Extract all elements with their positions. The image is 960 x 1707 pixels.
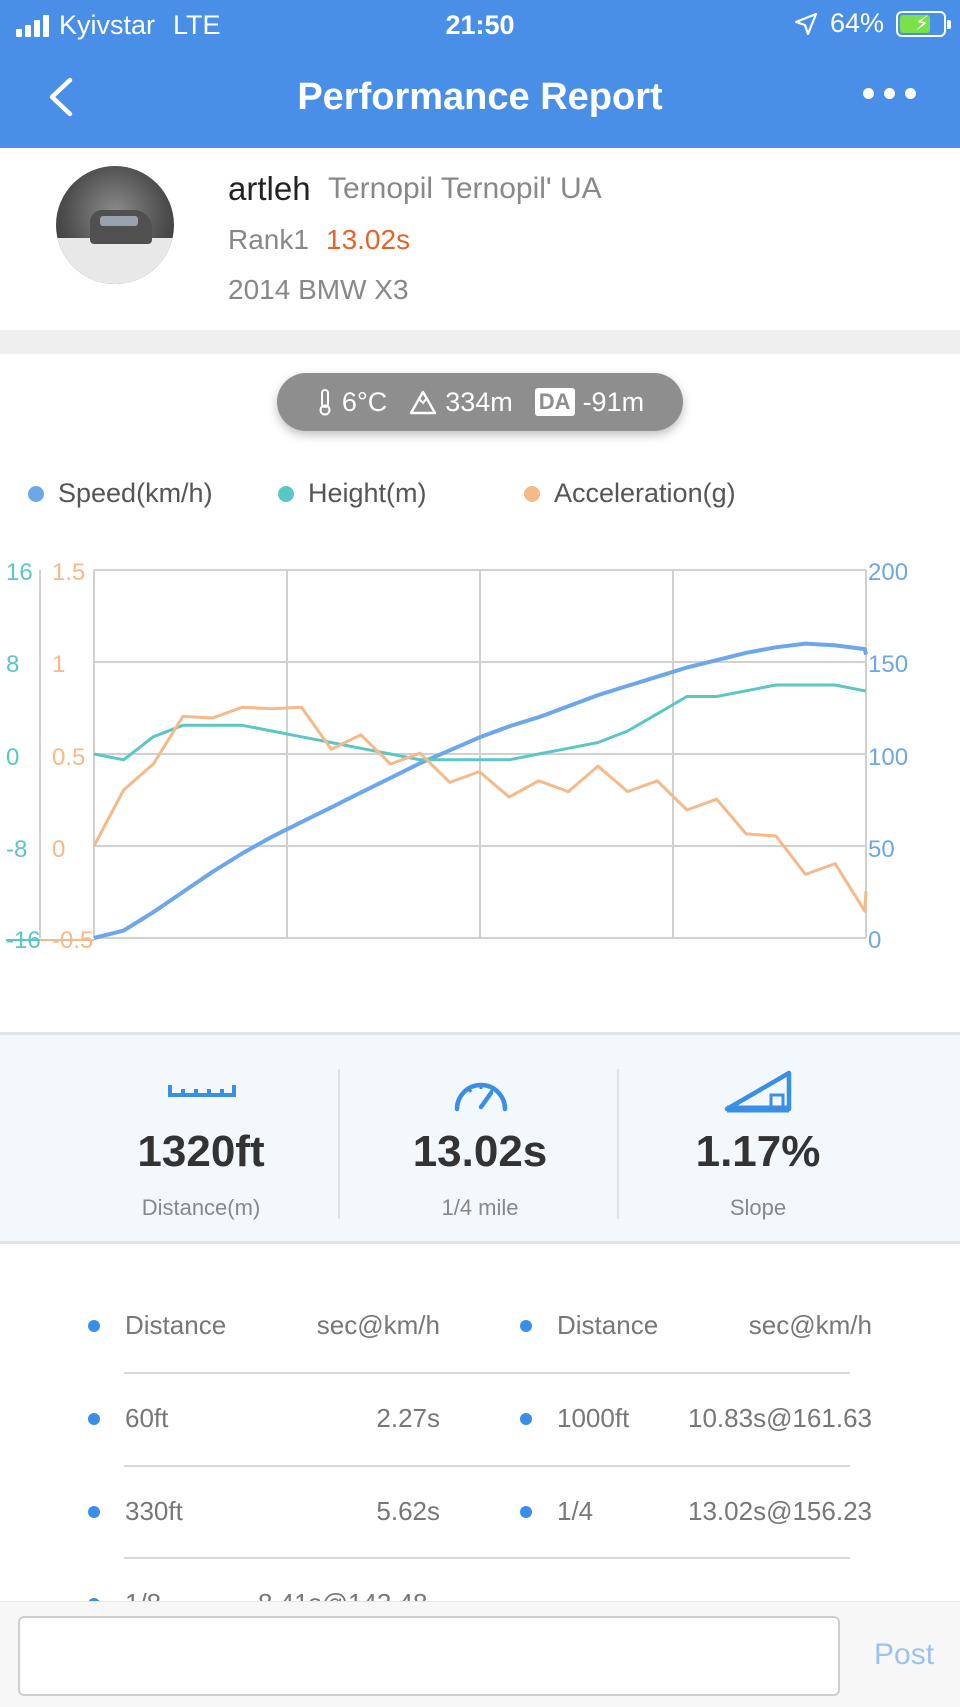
legend-dot	[278, 485, 294, 502]
table-row: 330ft 5.62s 1/4 13.02s@156.23	[0, 1466, 960, 1546]
da-badge: DA	[534, 388, 575, 416]
temperature-value: 6°C	[341, 386, 388, 417]
legend-item-acceleration[interactable]: Acceleration(g)	[524, 478, 736, 509]
split-time: 2.27s	[376, 1403, 440, 1433]
table-header-row: Distance sec@km/h Distance sec@km/h	[0, 1280, 960, 1360]
legend-label: Acceleration(g)	[554, 478, 736, 508]
tick-label: -8	[6, 836, 27, 863]
stat-quarter-mile: 13.02s 1/4 mile	[341, 1035, 619, 1241]
thermometer-icon	[319, 389, 331, 416]
split-distance: 330ft	[125, 1496, 183, 1526]
comment-bar: Post	[0, 1601, 960, 1707]
table-row: 60ft 2.27s 1000ft 10.83s@161.63	[0, 1373, 960, 1453]
bullet	[520, 1506, 532, 1518]
stat-value: 13.02s	[412, 1127, 548, 1176]
bullet	[88, 1506, 100, 1518]
legend-label: Speed(km/h)	[58, 478, 213, 508]
section-divider	[0, 330, 960, 354]
car-model: 2014 BMW X3	[228, 274, 409, 305]
stat-value: 1.17%	[695, 1127, 821, 1176]
tick-label: 0	[6, 744, 19, 771]
legend-dot	[28, 485, 44, 502]
tick-label: 8	[6, 651, 19, 678]
split-distance: 60ft	[125, 1403, 169, 1433]
profile-card: artleh Ternopil Ternopil' UA Rank1 13.02…	[0, 148, 960, 330]
stat-slope: 1.17% Slope	[619, 1035, 897, 1241]
page-title: Performance Report	[297, 76, 663, 118]
conditions-pill: 6°C 334m DA -91m	[277, 373, 683, 431]
tick-label: -0.5	[52, 927, 93, 954]
user-location: Ternopil Ternopil' UA	[328, 172, 602, 205]
post-button[interactable]: Post	[874, 1638, 934, 1672]
split-distance: 1/4	[557, 1496, 594, 1526]
ruler-icon	[168, 1085, 236, 1097]
bullet	[520, 1320, 532, 1332]
tick-label: 50	[868, 836, 895, 863]
stats-panel: 1320ft Distance(m) 13.02s 1/4 mile 1.17%…	[0, 1032, 960, 1244]
tick-label: 0	[868, 927, 881, 954]
app-header: Kyivstar LTE 21:50 64% ⚡ Performance Rep…	[0, 0, 960, 148]
location-icon	[794, 12, 818, 35]
more-options-icon[interactable]	[863, 88, 916, 99]
legend-item-height[interactable]: Height(m)	[278, 478, 427, 509]
splits-table: Distance sec@km/h Distance sec@km/h 60ft…	[0, 1280, 960, 1618]
tick-label: 200	[868, 559, 908, 586]
comment-input[interactable]	[18, 1616, 840, 1696]
bullet	[88, 1320, 100, 1332]
legend-dot	[524, 485, 540, 502]
status-bar: Kyivstar LTE 21:50 64% ⚡	[0, 0, 960, 50]
slope-icon	[724, 1070, 792, 1113]
stat-distance: 1320ft Distance(m)	[62, 1035, 340, 1241]
legend-item-speed[interactable]: Speed(km/h)	[28, 478, 213, 509]
stat-label: 1/4 mile	[441, 1195, 519, 1220]
stat-divider	[338, 1069, 340, 1219]
column-header: Distance	[125, 1310, 227, 1340]
tick-label: 1.5	[52, 559, 85, 586]
tick-label: 100	[868, 744, 908, 771]
speedometer-icon	[454, 1082, 508, 1112]
user-name[interactable]: artleh	[228, 170, 311, 208]
split-time: 10.83s@161.63	[688, 1403, 872, 1433]
column-header: Distance	[557, 1310, 659, 1340]
column-header: sec@km/h	[748, 1310, 872, 1340]
tick-label: 16	[6, 559, 33, 586]
chart-legend: Speed(km/h) Height(m) Acceleration(g)	[0, 478, 960, 518]
column-header: sec@km/h	[316, 1310, 440, 1340]
chart-canvas: 16 8 0 -8 -16 1.5 1 0.5 0 -0.5 200 150 100 50 0	[6, 559, 908, 954]
avatar[interactable]	[56, 166, 174, 284]
density-altitude-value: -91m	[582, 386, 645, 417]
battery-percent: 64%	[829, 8, 884, 38]
tick-label: -16	[6, 927, 41, 954]
split-time: 13.02s@156.23	[688, 1496, 872, 1526]
stat-value: 1320ft	[137, 1127, 265, 1176]
performance-chart: 16 8 0 -8 -16 1.5 1 0.5 0 -0.5 200 150 100 50 0	[0, 540, 960, 960]
split-time: 5.62s	[376, 1496, 440, 1526]
tick-label: 0.5	[52, 744, 85, 771]
legend-label: Height(m)	[308, 478, 427, 508]
rank-label: Rank1	[228, 224, 309, 255]
stat-label: Slope	[729, 1195, 787, 1220]
tick-label: 150	[868, 651, 908, 678]
mountain-icon	[410, 390, 437, 415]
split-distance: 1000ft	[557, 1403, 630, 1433]
altitude-value: 334m	[445, 386, 513, 417]
battery-icon: ⚡	[896, 10, 951, 37]
best-time: 13.02s	[326, 224, 411, 255]
tick-label: 1	[52, 651, 65, 678]
tick-label: 0	[52, 836, 65, 863]
bullet	[520, 1413, 532, 1425]
bullet	[88, 1413, 100, 1425]
stat-label: Distance(m)	[141, 1195, 261, 1220]
